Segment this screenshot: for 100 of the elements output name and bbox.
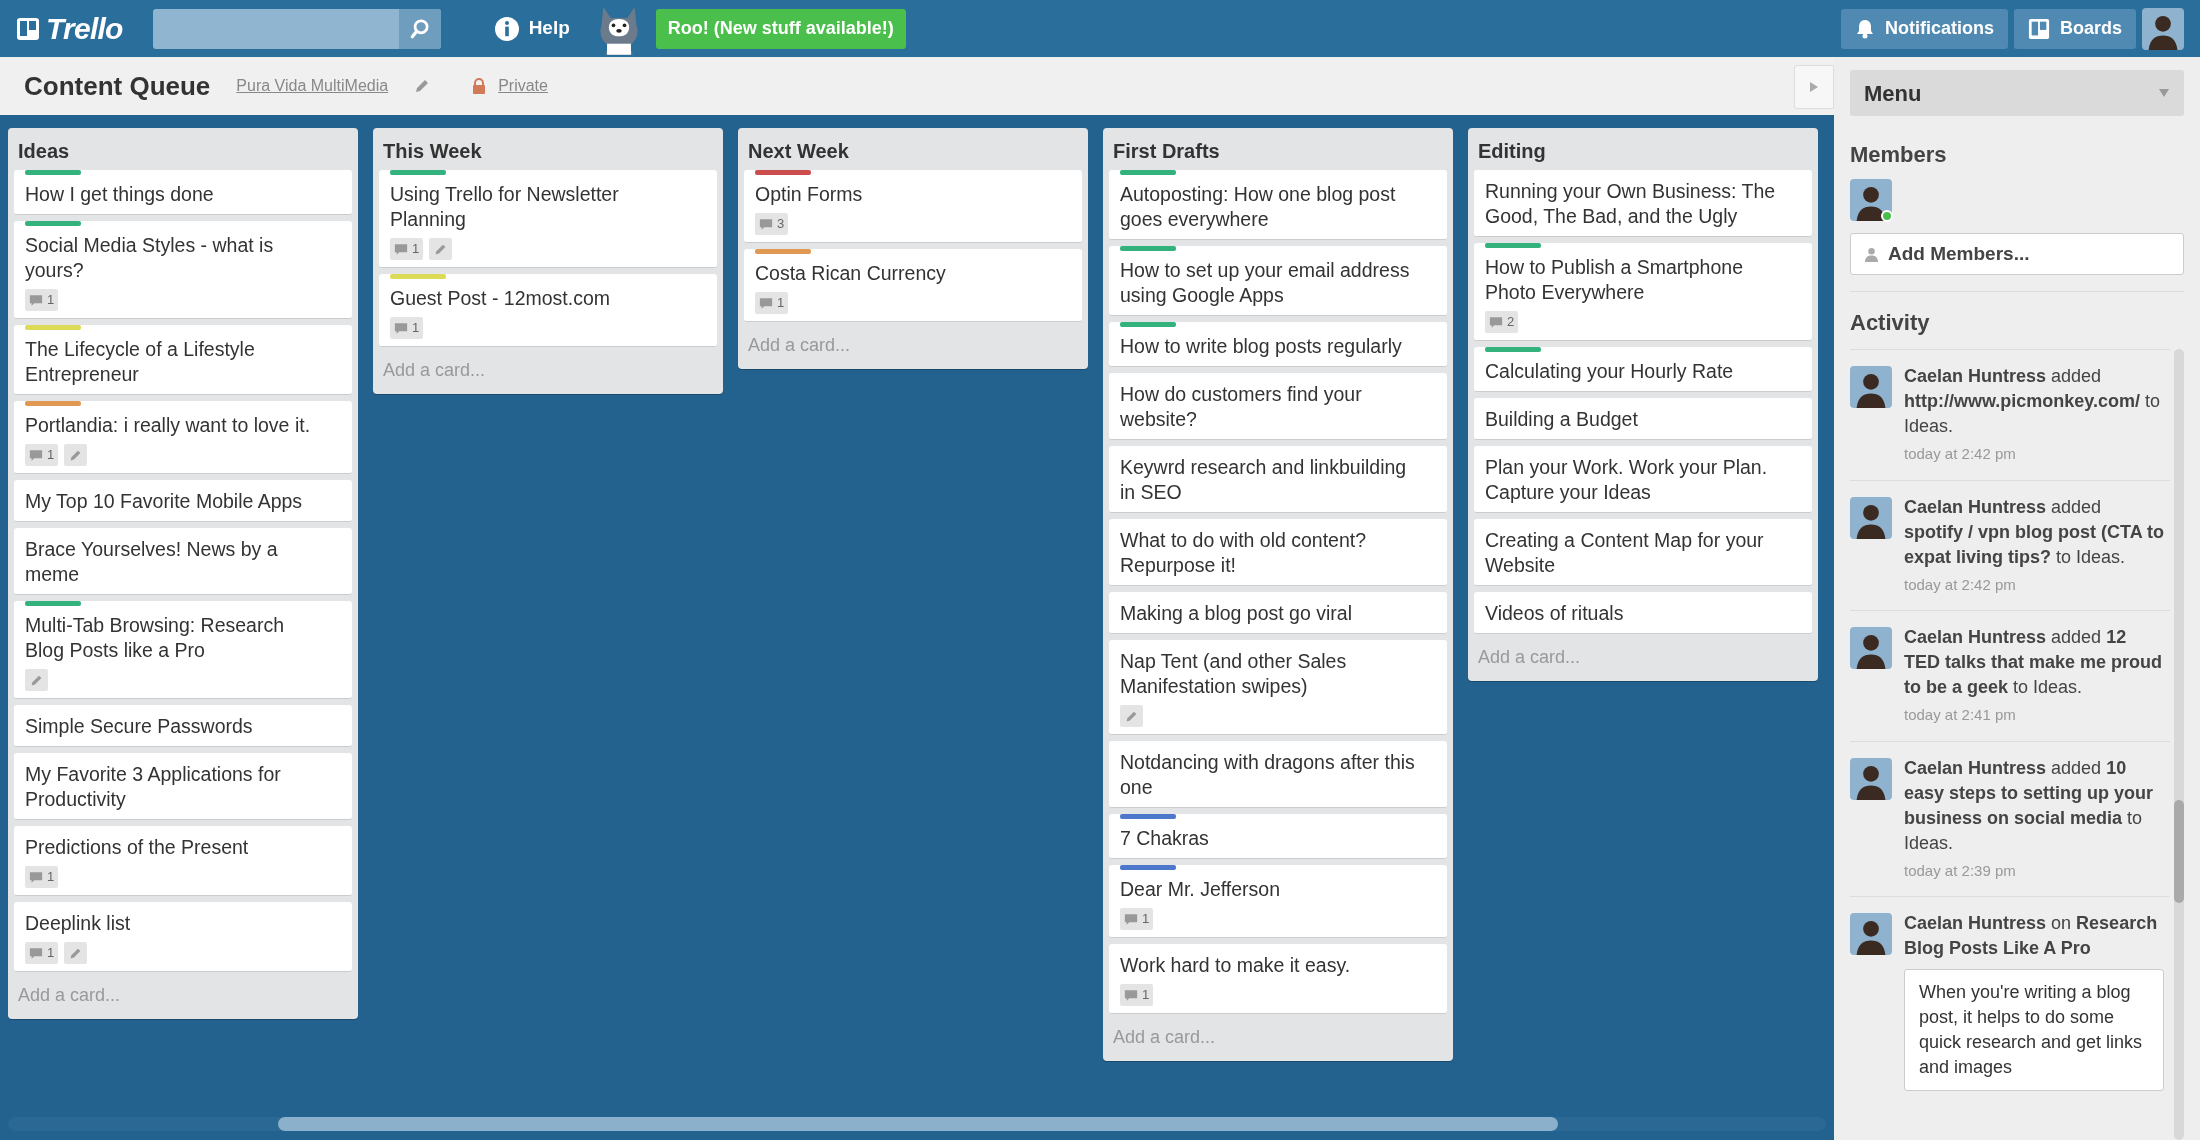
comment-icon [29, 870, 43, 884]
card-title: Predictions of the Present [25, 835, 250, 860]
card[interactable]: Predictions of the Present 1 [14, 826, 352, 896]
comment-count: 1 [1142, 986, 1150, 1005]
member-avatar-icon[interactable] [1850, 179, 1892, 221]
lock-icon [472, 78, 487, 94]
card-title: Guest Post - 12most.com [390, 286, 611, 311]
comment-count: 1 [412, 240, 420, 259]
card[interactable]: Nap Tent (and other Sales Manifestation swipes) [1109, 640, 1447, 735]
card-title: Dear Mr. Jefferson [1120, 877, 1282, 902]
avatar-icon [1850, 627, 1892, 669]
card-title: How to Publish a Smartphone Photo Everywhere [1485, 255, 1744, 305]
card[interactable]: How do customers find your website? [1109, 373, 1447, 440]
section-title: Members [1850, 141, 1948, 169]
card-title: How to set up your email address using Google Apps [1120, 258, 1411, 308]
card[interactable]: What to do with old content? Repurpose it! [1109, 519, 1447, 586]
card[interactable]: Running your Own Business: The Good, The Bad, and the Ugly [1474, 170, 1812, 237]
pencil-icon [69, 946, 83, 960]
card[interactable]: Plan your Work. Work your Plan. Capture your Ideas [1474, 446, 1812, 513]
card[interactable]: Costa Rican Currency 1 [744, 249, 1082, 322]
collapse-button[interactable] [1794, 65, 1834, 109]
card-title: Brace Yourselves! News by a meme [25, 537, 279, 587]
add-members-button[interactable]: Add Members... [1850, 233, 2184, 275]
card-title: Using Trello for Newsletter Planning [390, 182, 620, 232]
card[interactable]: Work hard to make it easy. 1 [1109, 944, 1447, 1014]
card-title: Work hard to make it easy. [1120, 953, 1352, 978]
card-title: Multi-Tab Browsing: Research Blog Posts like a Pro [25, 613, 285, 663]
card[interactable]: Keywrd research and linkbuilding in SEO [1109, 446, 1447, 513]
card[interactable]: Dear Mr. Jefferson 1 [1109, 865, 1447, 938]
user-avatar-icon[interactable] [2142, 7, 2184, 50]
caret-icon [2158, 88, 2170, 98]
card-title: Nap Tent (and other Sales Manifestation swipes) [1120, 649, 1348, 699]
comment-text: When you're writing a blog post, it helps to do some quick research and get links and images [1904, 969, 2164, 1091]
card-title: Calculating your Hourly Rate [1485, 359, 1735, 384]
card-title: Making a blog post go viral [1120, 601, 1353, 626]
card[interactable]: Videos of rituals [1474, 592, 1812, 634]
comment-count: 1 [47, 868, 55, 887]
pencil-icon [414, 78, 431, 94]
card[interactable]: How to set up your email address using Google Apps [1109, 246, 1447, 316]
comment-icon [1124, 912, 1138, 926]
comment-icon [759, 217, 773, 231]
avatar-icon [1850, 757, 1892, 800]
card[interactable]: 7 Chakras [1109, 814, 1447, 859]
card-title: The Lifecycle of a Lifestyle Entrepreneur [25, 337, 256, 387]
card[interactable]: Building a Budget [1474, 398, 1812, 440]
comment-count: 1 [47, 944, 55, 963]
logo-icon [16, 16, 40, 41]
card[interactable]: Notdancing with dragons after this one [1109, 741, 1447, 808]
card-title: Optin Forms [755, 182, 864, 207]
search-field[interactable] [152, 8, 441, 49]
notifications-button[interactable]: Notifications [1840, 8, 2008, 49]
comment-count: 1 [777, 294, 785, 313]
card-title: Costa Rican Currency [755, 261, 947, 286]
card-title: 7 Chakras [1120, 826, 1210, 851]
comment-icon [29, 946, 43, 960]
card-title: Notdancing with dragons after this one [1120, 750, 1416, 800]
scrollbar-thumb[interactable] [2174, 799, 2184, 903]
comment-count: 2 [1507, 313, 1515, 332]
logo-text: Trello [46, 11, 123, 47]
info-icon [494, 16, 519, 41]
comment-count: 1 [412, 319, 420, 338]
card[interactable]: Deeplink list 1 [14, 902, 352, 972]
card[interactable]: How to write blog posts regularly [1109, 322, 1447, 367]
card[interactable]: Multi-Tab Browsing: Research Blog Posts like a Pro [14, 601, 352, 699]
card[interactable]: Calculating your Hourly Rate [1474, 347, 1812, 392]
avatar-icon [1850, 366, 1892, 408]
card[interactable]: Portlandia: i really want to love it. 1 [14, 401, 352, 474]
boards-button[interactable]: Boards [2014, 8, 2136, 49]
card[interactable]: The Lifecycle of a Lifestyle Entrepreneur [14, 325, 352, 395]
activity-text: Caelan Huntress on Research Blog Posts Like A Pro [1904, 912, 2159, 960]
card[interactable]: Creating a Content Map for your Website [1474, 519, 1812, 586]
pencil-icon [30, 673, 43, 687]
card[interactable]: How I get things done [14, 170, 352, 215]
board-title: Content Queue [24, 69, 211, 103]
card[interactable]: Autoposting: How one blog post goes everywhere [1109, 170, 1447, 240]
card-title: How I get things done [25, 182, 215, 207]
list-title: First Drafts [1112, 139, 1221, 164]
card[interactable]: My Top 10 Favorite Mobile Apps [14, 480, 352, 522]
comment-icon [394, 321, 408, 335]
card[interactable]: Simple Secure Passwords [14, 705, 352, 747]
comment-count: 3 [777, 215, 785, 234]
card[interactable]: How to Publish a Smartphone Photo Everywhere 2 [1474, 243, 1812, 341]
card-title: What to do with old content? Repurpose it! [1120, 528, 1368, 578]
card[interactable]: Using Trello for Newsletter Planning 1 [379, 170, 717, 268]
card[interactable]: Optin Forms 3 [744, 170, 1082, 243]
card[interactable]: Making a blog post go viral [1109, 592, 1447, 634]
pencil-icon [434, 242, 448, 256]
comment-icon [1489, 315, 1503, 329]
card[interactable]: My Favorite 3 Applications for Productivity [14, 753, 352, 820]
menu-button[interactable]: Menu [1850, 70, 2184, 116]
card[interactable]: Guest Post - 12most.com 1 [379, 274, 717, 347]
card-title: Deeplink list [25, 911, 132, 936]
bell-icon [1854, 17, 1875, 40]
card-title: Simple Secure Passwords [25, 714, 254, 739]
comment-icon [29, 293, 43, 307]
activity-time: today at 2:39 pm [1904, 860, 2017, 881]
card[interactable]: Social Media Styles - what is yours? 1 [14, 221, 352, 319]
horizontal-scrollbar-thumb[interactable] [278, 1117, 1558, 1131]
card[interactable]: Brace Yourselves! News by a meme [14, 528, 352, 595]
help-button[interactable]: Help [494, 8, 570, 49]
